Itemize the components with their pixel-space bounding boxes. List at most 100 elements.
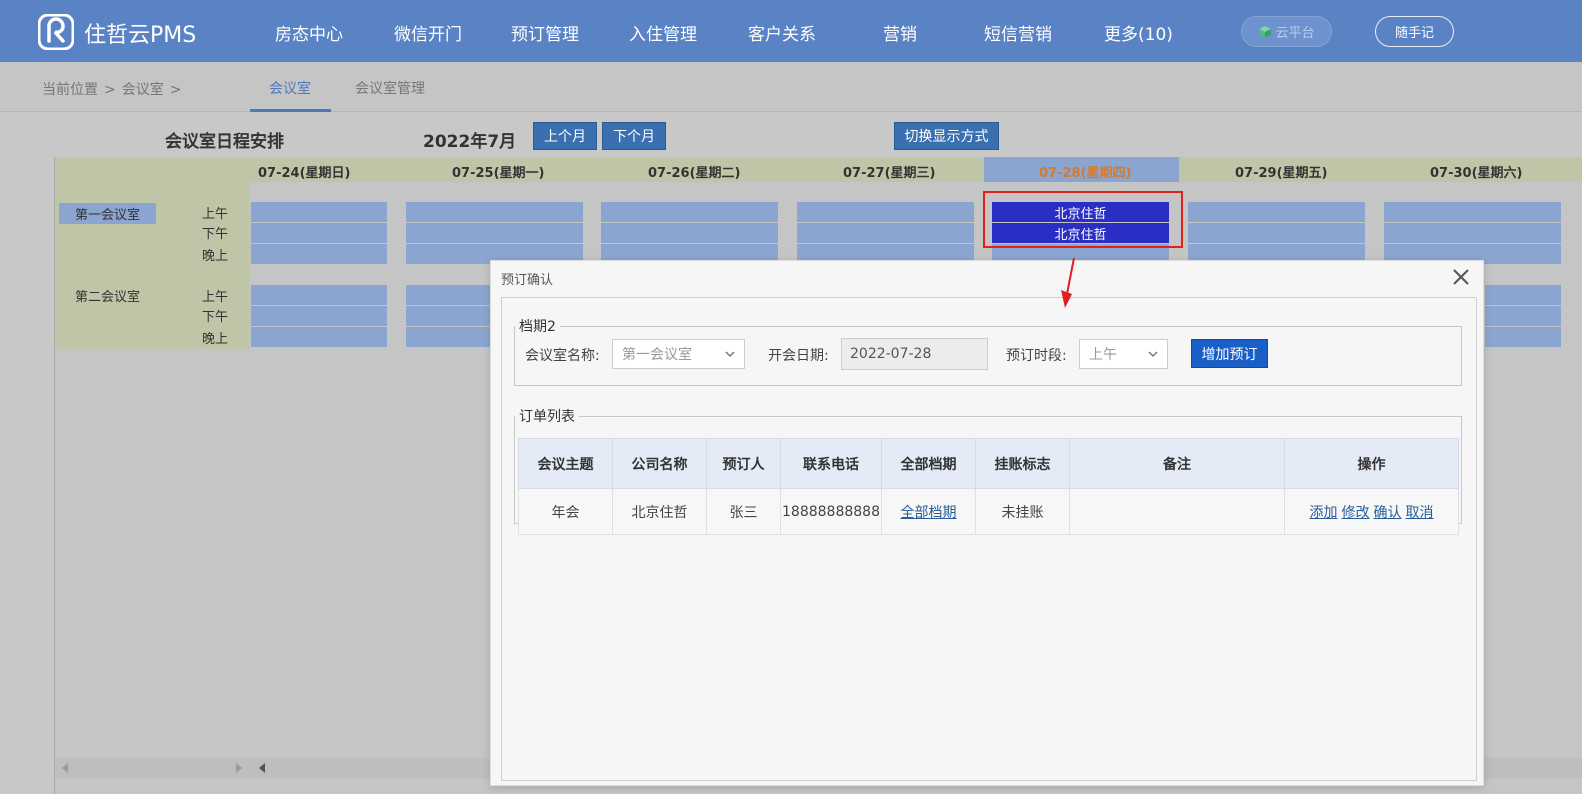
booking-form-fieldset: 档期2 会议室名称: 第一会议室 开会日期: 2022-07-28 预订时段: … (514, 316, 1462, 386)
schedule-cell[interactable] (1384, 202, 1561, 222)
order-all-periods-cell: 全部档期 (881, 488, 976, 535)
order-credit-flag: 未挂账 (975, 488, 1070, 535)
breadcrumb-trail: > (169, 82, 182, 98)
day-header: 07-25(星期一) (452, 166, 545, 181)
room-name-value: 第一会议室 (622, 347, 692, 363)
quick-note-button[interactable]: 随手记 (1375, 16, 1454, 47)
room-name[interactable]: 第一会议室 (59, 203, 157, 224)
order-list-fieldset: 订单列表 会议主题 公司名称 预订人 联系电话 全部档期 挂账标志 备注 操作 (514, 406, 1462, 535)
table-row: 年会 北京住哲 张三 18888888888 全部档期 未挂账 添加 修改 确认 取消 (518, 488, 1459, 535)
tab-meeting-room[interactable]: 会议室 (269, 78, 311, 98)
all-periods-link[interactable]: 全部档期 (901, 505, 957, 521)
edit-link[interactable]: 修改 (1342, 505, 1370, 521)
add-booking-button[interactable]: 增加预订 (1191, 339, 1268, 368)
schedule-cell[interactable] (601, 223, 778, 243)
slot-label: 下午 (202, 227, 229, 242)
column-header: 联系电话 (780, 438, 882, 489)
schedule-cell[interactable] (251, 244, 387, 264)
meeting-date-label: 开会日期: (768, 348, 829, 364)
column-header: 会议主题 (518, 438, 613, 489)
schedule-cell[interactable] (406, 306, 491, 326)
slot-label: 晚上 (202, 332, 229, 347)
tab-meeting-room-management[interactable]: 会议室管理 (355, 78, 425, 98)
order-actions: 添加 修改 确认 取消 (1284, 488, 1459, 535)
confirm-link[interactable]: 确认 (1374, 505, 1402, 521)
schedule-cell[interactable] (251, 327, 387, 347)
schedule-cell[interactable] (797, 202, 974, 222)
scroll-left-icon[interactable] (258, 763, 266, 773)
schedule-cell[interactable] (1485, 285, 1561, 305)
booking-form-legend: 档期2 (519, 319, 556, 335)
schedule-month: 2022年7月 (423, 132, 517, 152)
breadcrumb-prefix: 当前位置 (42, 82, 98, 98)
schedule-cell[interactable] (1485, 306, 1561, 326)
logo-icon (38, 14, 74, 50)
chevron-down-icon (1148, 351, 1158, 358)
schedule-cell[interactable] (1188, 223, 1365, 243)
schedule-cell[interactable] (1384, 223, 1561, 243)
meeting-date-field[interactable]: 2022-07-28 (841, 338, 988, 370)
slot-label: 上午 (202, 207, 229, 222)
order-topic: 年会 (518, 488, 613, 535)
chevron-down-icon (725, 351, 735, 358)
active-tab-indicator (250, 109, 331, 112)
slot-label: 下午 (202, 310, 229, 325)
room-name-select[interactable]: 第一会议室 (612, 339, 745, 369)
schedule-cell[interactable] (601, 202, 778, 222)
nav-wechat-door[interactable]: 微信开门 (394, 20, 462, 45)
column-header: 预订人 (706, 438, 781, 489)
cloud-platform-button[interactable]: 云平台 (1241, 16, 1332, 47)
nav-checkin[interactable]: 入住管理 (629, 20, 697, 45)
nav-customers[interactable]: 客户关系 (748, 20, 816, 45)
order-booker: 张三 (706, 488, 781, 535)
slot-label: 晚上 (202, 249, 229, 264)
schedule-cell[interactable] (406, 202, 583, 222)
nav-more[interactable]: 更多(10) (1104, 20, 1173, 45)
add-link[interactable]: 添加 (1310, 505, 1338, 521)
schedule-cell[interactable] (251, 202, 387, 222)
scroll-right-icon[interactable] (235, 763, 243, 773)
toggle-view-button[interactable]: 切换显示方式 (894, 122, 999, 150)
room-name-label: 会议室名称: (525, 348, 600, 364)
room-name[interactable]: 第二会议室 (75, 286, 140, 305)
cancel-link[interactable]: 取消 (1406, 505, 1434, 521)
booking-confirm-dialog: 预订确认 档期2 会议室名称: 第一会议室 开会日期: 2022-07-28 预… (490, 260, 1484, 786)
schedule-cell[interactable] (406, 285, 491, 305)
nav-marketing[interactable]: 营销 (883, 20, 917, 45)
column-header: 公司名称 (612, 438, 707, 489)
breadcrumb-current[interactable]: 会议室 (122, 82, 164, 98)
breadcrumb: 当前位置 > 会议室 > (42, 79, 187, 99)
prev-month-button[interactable]: 上个月 (533, 122, 597, 150)
schedule-cell[interactable] (797, 223, 974, 243)
top-navigation-bar: 住哲云PMS 房态中心 微信开门 预订管理 入住管理 客户关系 营销 短信营销 … (0, 0, 1582, 62)
cloud-platform-label: 云平台 (1275, 26, 1315, 41)
day-header: 07-29(星期五) (1235, 166, 1328, 181)
nav-reservations[interactable]: 预订管理 (511, 20, 579, 45)
schedule-cell[interactable] (251, 223, 387, 243)
schedule-cell[interactable] (406, 223, 583, 243)
scroll-left-icon[interactable] (61, 763, 69, 773)
sub-header: 当前位置 > 会议室 > 会议室 会议室管理 (0, 62, 1582, 112)
day-header: 07-27(星期三) (843, 166, 936, 181)
cube-icon (1259, 25, 1272, 38)
day-header: 07-30(星期六) (1430, 166, 1523, 181)
close-icon[interactable] (1451, 267, 1471, 287)
order-company: 北京住哲 (612, 488, 707, 535)
dialog-title: 预订确认 (501, 273, 554, 288)
brand-name: 住哲云PMS (84, 23, 197, 48)
schedule-cell[interactable] (1188, 202, 1365, 222)
next-month-button[interactable]: 下个月 (602, 122, 666, 150)
schedule-title: 会议室日程安排 (165, 132, 284, 152)
slot-label: 上午 (202, 290, 229, 305)
booking-period-select[interactable]: 上午 (1079, 339, 1168, 369)
schedule-cell[interactable] (251, 285, 387, 305)
schedule-cell[interactable] (1485, 327, 1561, 347)
nav-sms[interactable]: 短信营销 (984, 20, 1052, 45)
day-header: 07-26(星期二) (648, 166, 741, 181)
schedule-cell[interactable] (251, 306, 387, 326)
nav-room-status[interactable]: 房态中心 (275, 20, 343, 45)
schedule-cell[interactable] (406, 327, 491, 347)
order-table: 会议主题 公司名称 预订人 联系电话 全部档期 挂账标志 备注 操作 年会 北京… (518, 438, 1459, 535)
column-header: 备注 (1069, 438, 1285, 489)
order-table-header: 会议主题 公司名称 预订人 联系电话 全部档期 挂账标志 备注 操作 (518, 438, 1459, 489)
